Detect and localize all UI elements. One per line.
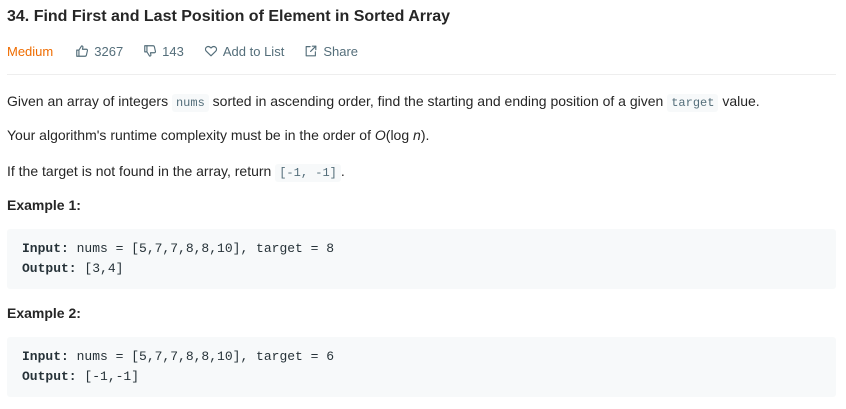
problem-title: 34. Find First and Last Position of Elem… xyxy=(7,8,451,25)
input-value: nums = [5,7,7,8,8,10], target = 6 xyxy=(68,349,335,364)
input-label: Input: xyxy=(22,349,69,364)
share-icon xyxy=(305,45,317,57)
example-1-input-line: Input: nums = [5,7,7,8,8,10], target = 8 xyxy=(22,239,821,259)
description-paragraph-1: Given an array of integers nums sorted i… xyxy=(7,92,760,112)
likes-count: 3267 xyxy=(94,43,124,59)
inline-code-target: target xyxy=(667,94,719,112)
text-span: Your algorithm's runtime complexity must… xyxy=(7,127,375,143)
input-label: Input: xyxy=(22,241,69,256)
text-span: (log xyxy=(385,127,414,143)
inline-code-not-found: [-1, -1] xyxy=(275,164,341,182)
inline-code-nums: nums xyxy=(171,94,209,112)
example-1-output-line: Output: [3,4] xyxy=(22,259,821,279)
input-value: nums = [5,7,7,8,8,10], target = 8 xyxy=(68,241,335,256)
add-to-list-button[interactable]: Add to List xyxy=(204,44,284,59)
n-symbol: n xyxy=(413,127,421,143)
header-divider xyxy=(7,74,836,75)
thumbs-down-icon xyxy=(144,45,157,57)
output-value: [-1,-1] xyxy=(76,369,140,384)
example-1-code-block: Input: nums = [5,7,7,8,8,10], target = 8… xyxy=(7,229,836,289)
text-span: sorted in ascending order, find the star… xyxy=(208,93,668,109)
output-label: Output: xyxy=(22,261,77,276)
example-1-heading: Example 1: xyxy=(7,197,81,213)
example-2-input-line: Input: nums = [5,7,7,8,8,10], target = 6 xyxy=(22,347,821,367)
example-2-heading: Example 2: xyxy=(7,305,81,321)
problem-meta-bar: Medium 3267 143 Add to List Share xyxy=(7,42,378,60)
share-button[interactable]: Share xyxy=(304,44,358,59)
output-value: [3,4] xyxy=(76,261,124,276)
like-button[interactable]: 3267 xyxy=(75,44,123,59)
big-o-symbol: O xyxy=(374,127,386,143)
text-span: value. xyxy=(718,93,760,109)
add-to-list-label: Add to List xyxy=(222,43,285,59)
heart-icon xyxy=(204,46,217,57)
share-label: Share xyxy=(323,43,359,59)
text-span: ). xyxy=(420,127,430,143)
output-label: Output: xyxy=(22,369,77,384)
example-2-output-line: Output: [-1,-1] xyxy=(22,367,821,387)
example-2-code-block: Input: nums = [5,7,7,8,8,10], target = 6… xyxy=(7,337,836,397)
description-paragraph-2: Your algorithm's runtime complexity must… xyxy=(7,126,429,144)
text-span: Given an array of integers xyxy=(7,93,172,109)
dislike-button[interactable]: 143 xyxy=(143,44,184,59)
description-paragraph-3: If the target is not found in the array,… xyxy=(7,162,345,182)
difficulty-badge: Medium xyxy=(7,43,54,59)
dislikes-count: 143 xyxy=(162,43,184,59)
text-span: If the target is not found in the array,… xyxy=(7,163,276,179)
text-span: . xyxy=(340,163,345,179)
thumbs-up-icon xyxy=(76,45,89,57)
